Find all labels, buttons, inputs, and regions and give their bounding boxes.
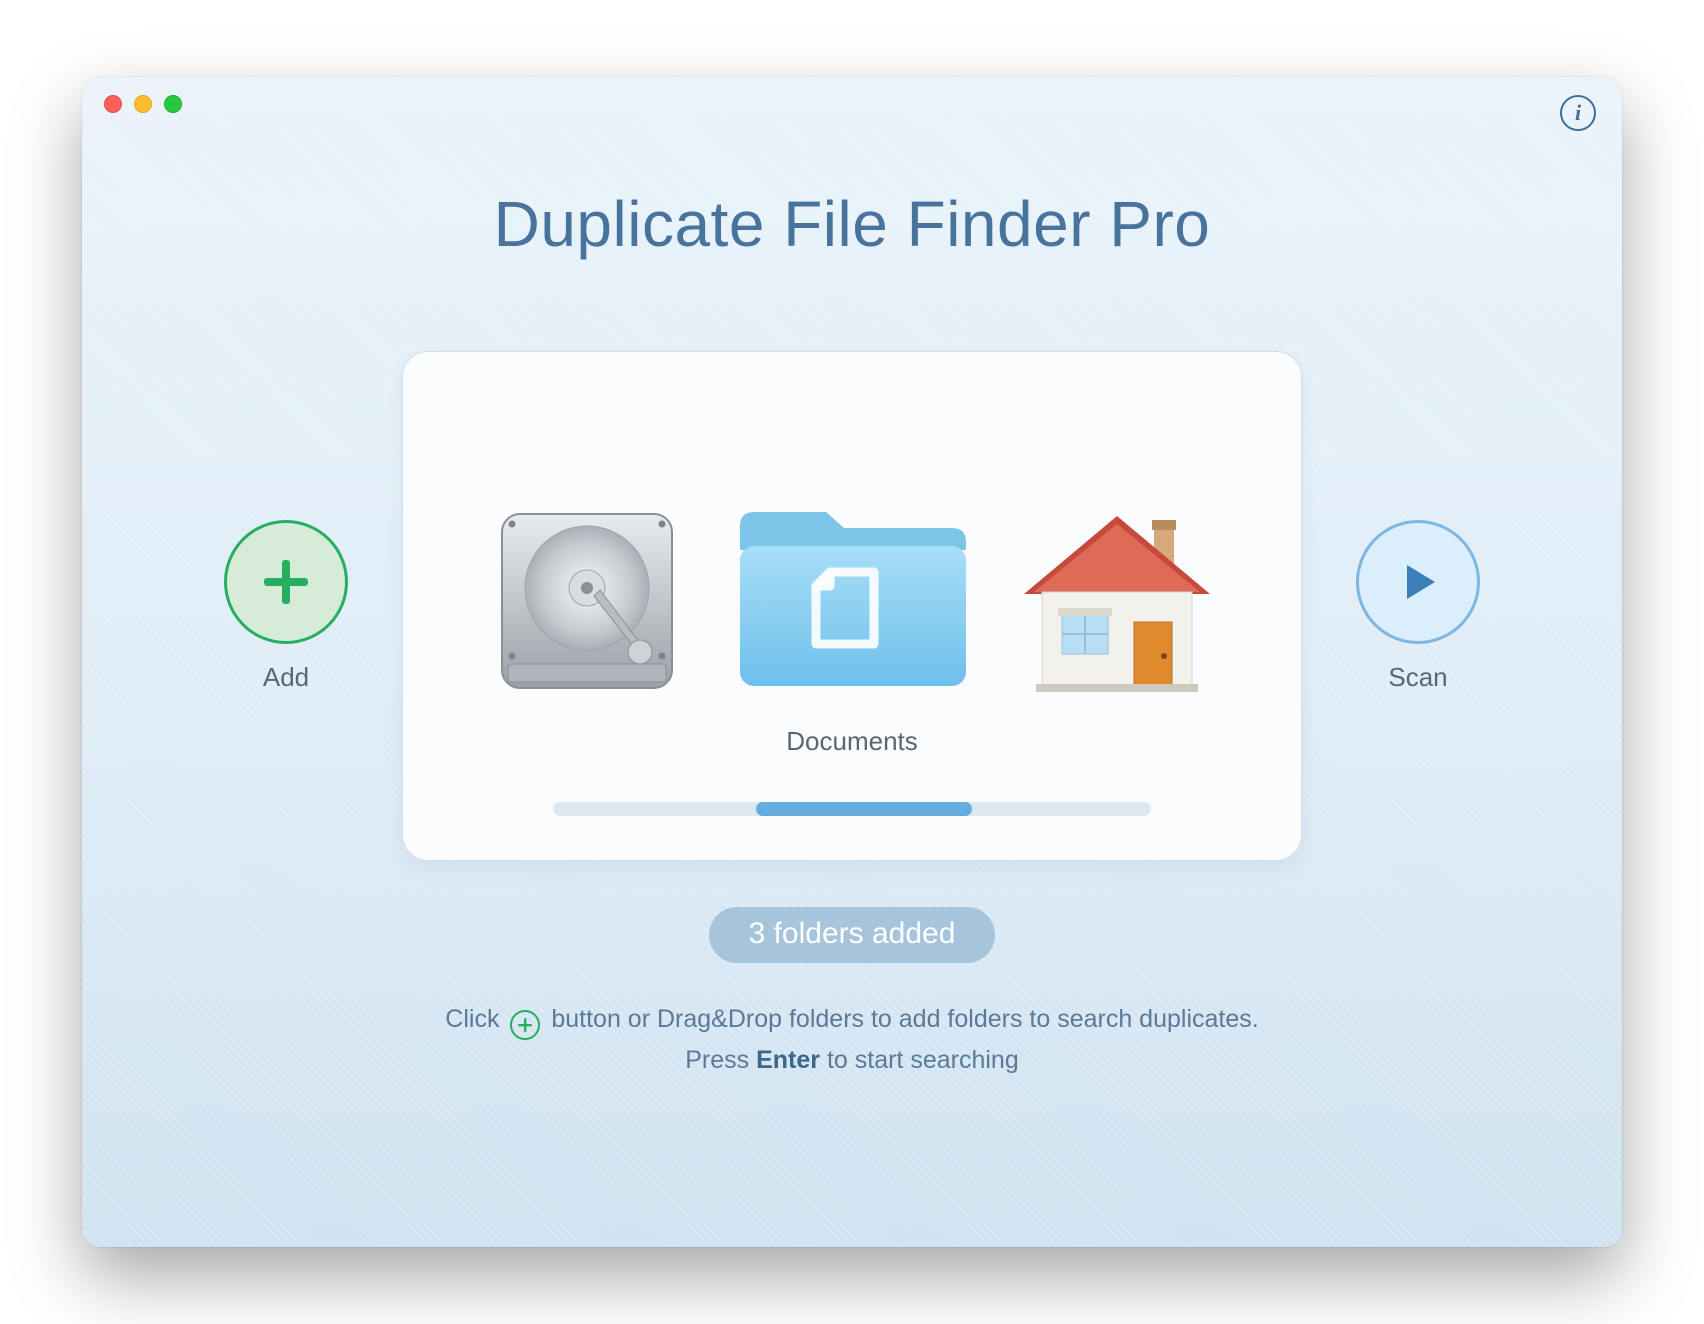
enter-key-label: Enter xyxy=(756,1046,820,1074)
plus-mini-icon xyxy=(510,1010,540,1040)
scroll-thumb[interactable] xyxy=(756,802,971,816)
hint-text: Click button or Drag&Drop folders to add… xyxy=(82,999,1622,1080)
app-title: Duplicate File Finder Pro xyxy=(82,187,1622,261)
minimize-button[interactable] xyxy=(134,95,152,113)
add-column: Add xyxy=(224,520,348,693)
status-badge: 3 folders added xyxy=(709,907,996,963)
add-button-label: Add xyxy=(263,662,309,693)
window-traffic-lights xyxy=(104,95,182,113)
selected-folder-label: Documents xyxy=(786,726,918,757)
scan-button-label: Scan xyxy=(1388,662,1447,693)
documents-folder-icon[interactable] xyxy=(722,476,982,706)
main-row: Add xyxy=(82,351,1622,861)
scan-button[interactable] xyxy=(1356,520,1480,644)
disk-icon[interactable] xyxy=(482,496,692,706)
folders-card[interactable]: Documents xyxy=(402,351,1302,861)
zoom-button[interactable] xyxy=(164,95,182,113)
app-window: i Duplicate File Finder Pro Add xyxy=(82,77,1622,1247)
scan-column: Scan xyxy=(1356,520,1480,693)
info-icon: i xyxy=(1575,100,1581,126)
hint-line-1: Click button or Drag&Drop folders to add… xyxy=(82,999,1622,1040)
close-button[interactable] xyxy=(104,95,122,113)
plus-icon xyxy=(260,556,312,608)
info-button[interactable]: i xyxy=(1560,95,1596,131)
hint-line-2: Press Enter to start searching xyxy=(82,1040,1622,1080)
folder-icons-row xyxy=(482,476,1222,706)
add-button[interactable] xyxy=(224,520,348,644)
home-icon[interactable] xyxy=(1012,496,1222,706)
scroll-track[interactable] xyxy=(553,802,1151,816)
play-icon xyxy=(1393,557,1443,607)
